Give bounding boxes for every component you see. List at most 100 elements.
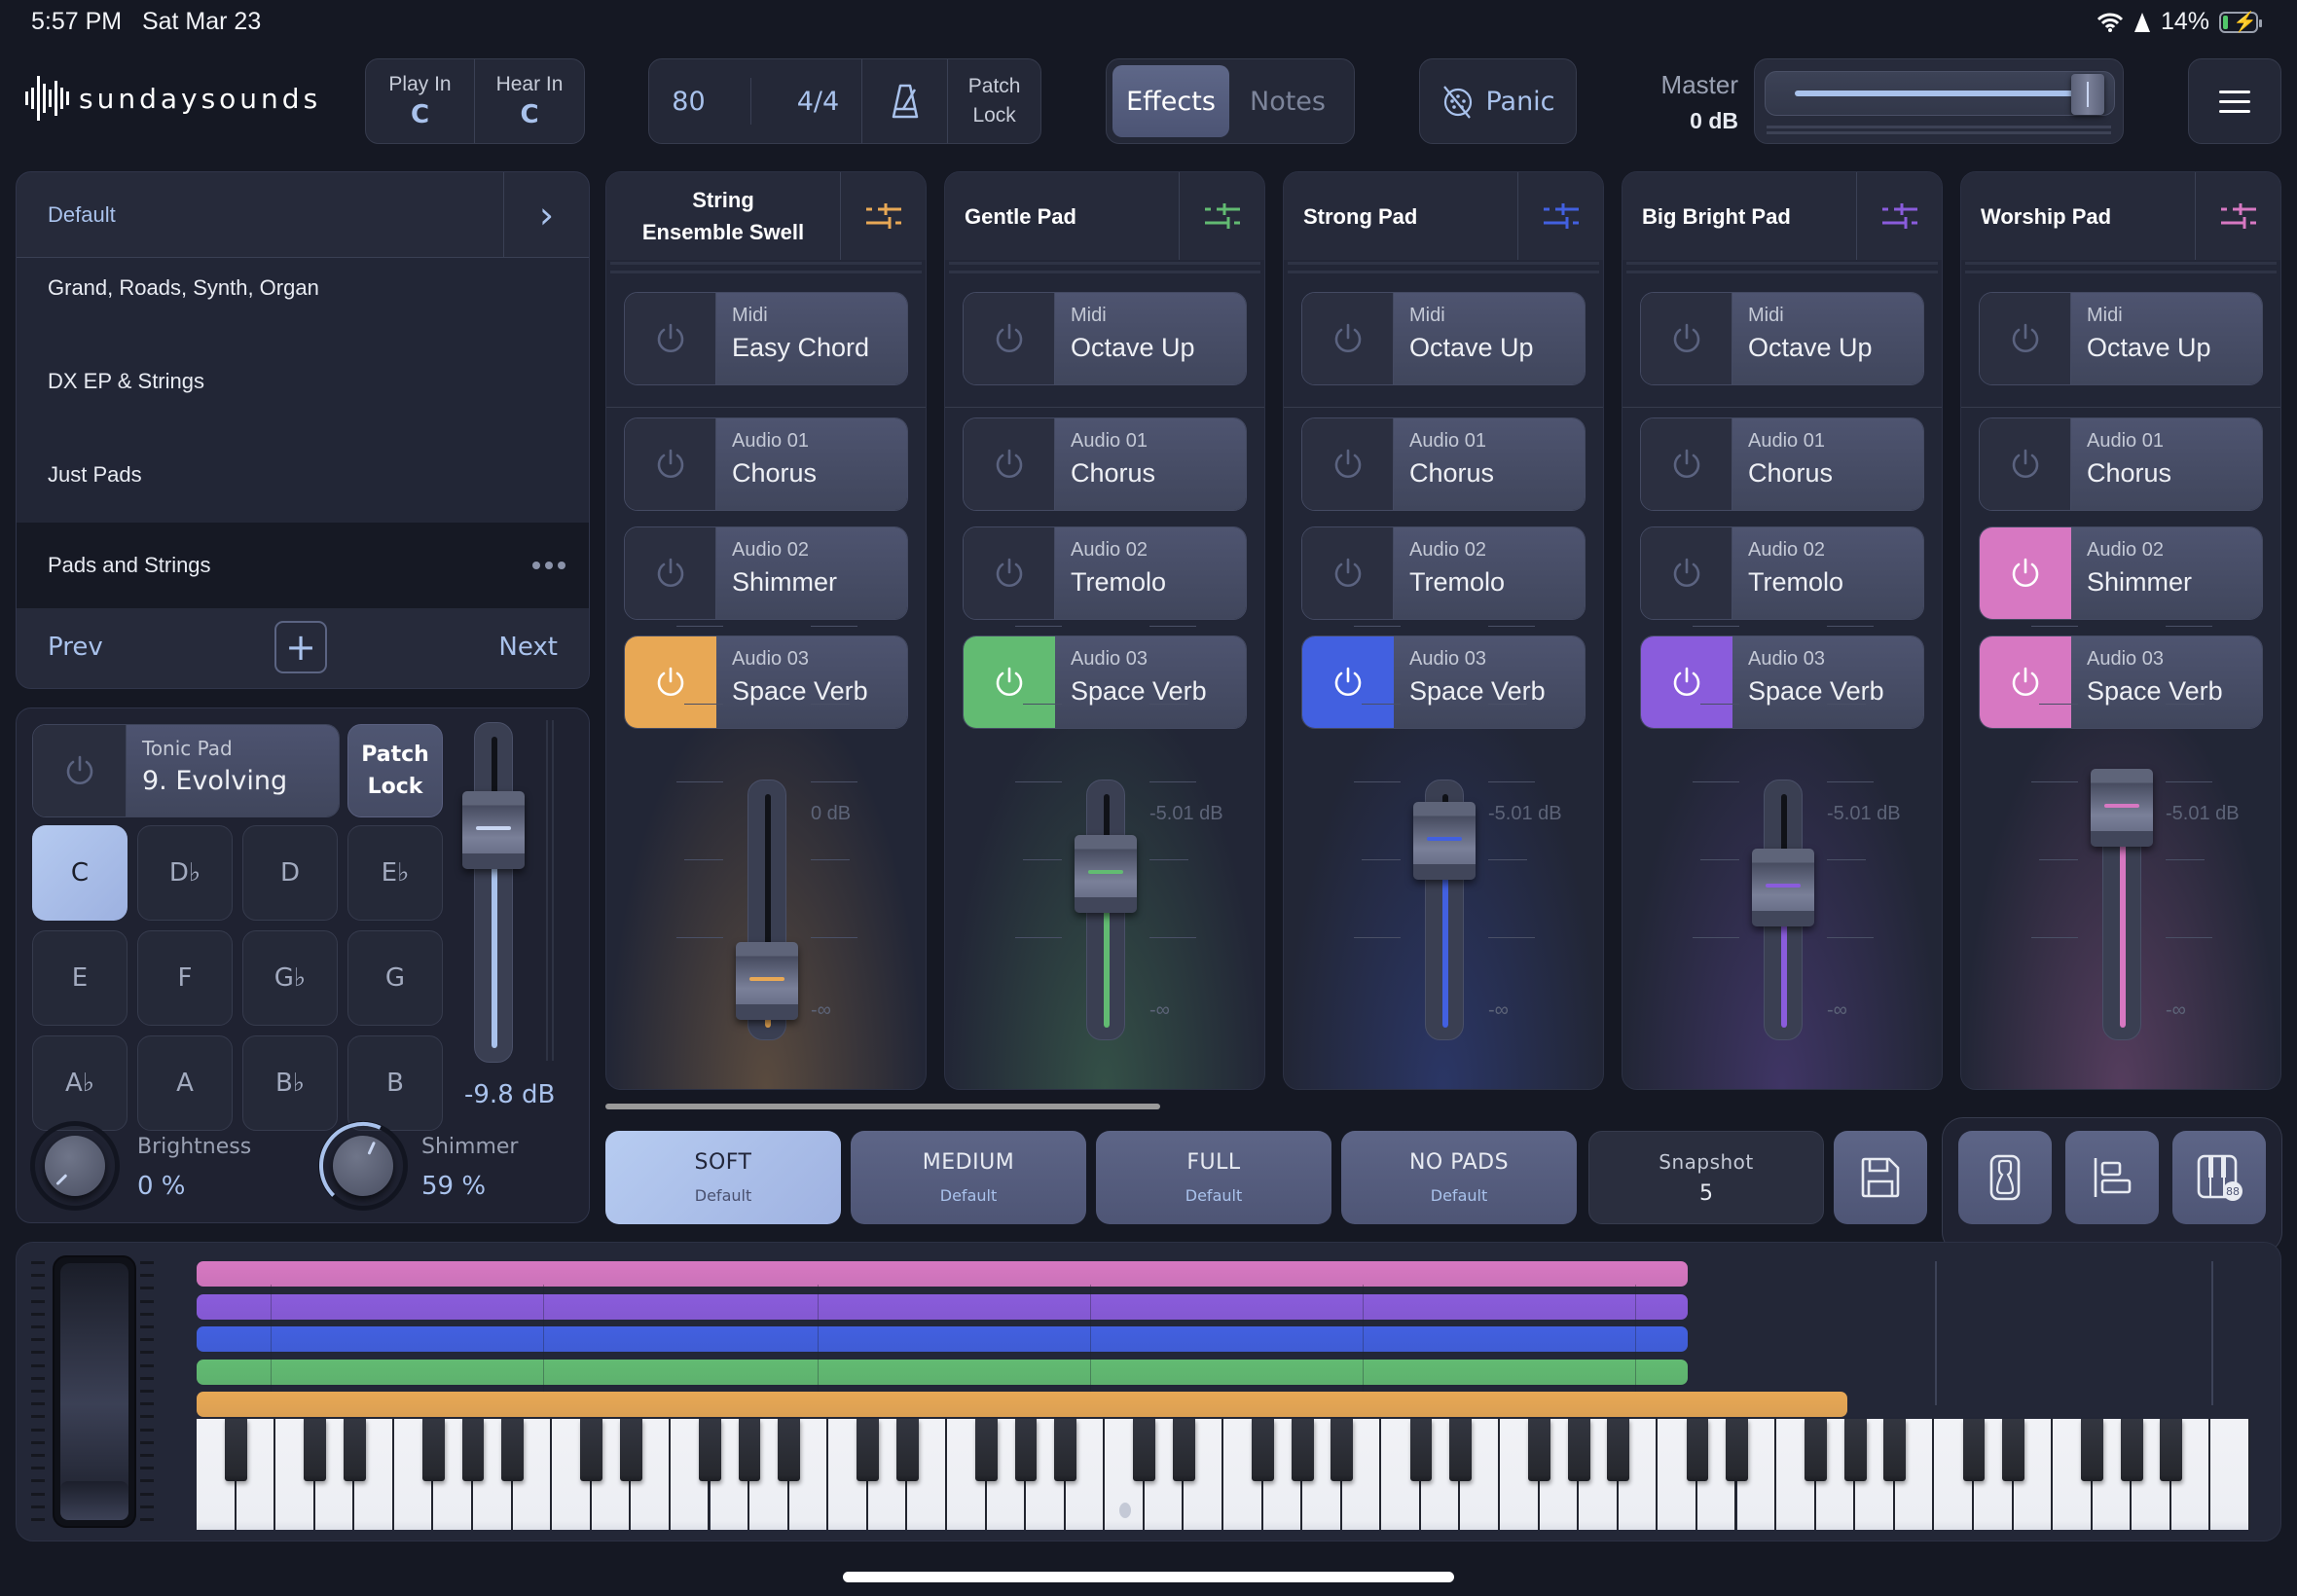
effect-slot[interactable]: Audio 02 Shimmer: [624, 526, 908, 620]
black-key[interactable]: [1567, 1419, 1590, 1481]
effect-slot[interactable]: Audio 01 Chorus: [1640, 417, 1924, 511]
master-handle[interactable]: [2071, 74, 2104, 115]
snapshot-button[interactable]: FULL Default: [1096, 1131, 1331, 1224]
note-range-bar[interactable]: [197, 1392, 1848, 1417]
black-key[interactable]: [1409, 1419, 1433, 1481]
effect-info[interactable]: Audio 01 Chorus: [716, 418, 907, 510]
fader-handle[interactable]: [1413, 802, 1476, 880]
channel-name[interactable]: Big Bright Pad: [1622, 172, 1856, 260]
black-key[interactable]: [1014, 1419, 1038, 1481]
effect-info[interactable]: Audio 03 Space Verb: [1394, 636, 1585, 728]
effect-power-button[interactable]: [964, 636, 1055, 728]
black-key[interactable]: [1252, 1419, 1274, 1481]
black-key[interactable]: [699, 1419, 721, 1481]
effect-info[interactable]: Midi Octave Up: [2071, 293, 2262, 384]
fader-track[interactable]: [1413, 780, 1476, 1040]
key-button[interactable]: B♭: [242, 1035, 338, 1131]
master-slider[interactable]: [1754, 58, 2124, 144]
effect-info[interactable]: Audio 01 Chorus: [1055, 418, 1246, 510]
effect-info[interactable]: Midi Octave Up: [1394, 293, 1585, 384]
note-range-bar[interactable]: [197, 1359, 1688, 1385]
black-key[interactable]: [1449, 1419, 1472, 1481]
key-button[interactable]: A: [137, 1035, 233, 1131]
effect-power-button[interactable]: [1980, 636, 2071, 728]
fader-handle[interactable]: [736, 942, 798, 1020]
key-button[interactable]: G♭: [242, 930, 338, 1026]
preset-item[interactable]: DX EP & Strings: [17, 351, 589, 445]
snapshot-button[interactable]: NO PADS Default: [1341, 1131, 1577, 1224]
effect-info[interactable]: Midi Octave Up: [1055, 293, 1246, 384]
tonic-patch-lock-button[interactable]: Patch Lock: [347, 724, 443, 817]
black-key[interactable]: [304, 1419, 327, 1481]
channel-settings-button[interactable]: [1517, 172, 1603, 260]
black-key[interactable]: [2081, 1419, 2104, 1481]
piano-size-button[interactable]: 88: [2172, 1131, 2266, 1224]
black-key[interactable]: [1528, 1419, 1550, 1481]
panic-button[interactable]: Panic: [1419, 58, 1577, 144]
key-button[interactable]: G: [347, 930, 443, 1026]
effect-power-button[interactable]: [1980, 527, 2071, 619]
key-button[interactable]: D♭: [137, 825, 233, 921]
prev-button[interactable]: Prev: [48, 633, 103, 662]
channel-settings-button[interactable]: [1179, 172, 1264, 260]
home-indicator[interactable]: [843, 1572, 1454, 1582]
effect-slot[interactable]: Audio 01 Chorus: [1301, 417, 1586, 511]
patch-lock-toggle[interactable]: Patch Lock: [948, 59, 1040, 143]
black-key[interactable]: [1726, 1419, 1748, 1481]
more-options-icon[interactable]: [532, 562, 565, 569]
preset-item[interactable]: Grand, Roads, Synth, Organ: [17, 258, 589, 351]
effect-info[interactable]: Audio 03 Space Verb: [1732, 636, 1923, 728]
tonic-pad-info[interactable]: Tonic Pad 9. Evolving: [127, 725, 339, 816]
effect-power-button[interactable]: [1641, 636, 1732, 728]
layout-button[interactable]: [2065, 1131, 2159, 1224]
channel-name[interactable]: Worship Pad: [1961, 172, 2195, 260]
effect-slot[interactable]: Audio 01 Chorus: [963, 417, 1247, 511]
snapshot-button[interactable]: MEDIUM Default: [851, 1131, 1086, 1224]
master-track[interactable]: [1765, 71, 2115, 116]
time-signature[interactable]: 4/4: [797, 87, 839, 117]
effect-power-button[interactable]: [964, 527, 1055, 619]
effect-info[interactable]: Audio 02 Tremolo: [1732, 527, 1923, 619]
effect-info[interactable]: Audio 02 Shimmer: [716, 527, 907, 619]
effect-power-button[interactable]: [625, 293, 716, 384]
channel-name[interactable]: String Ensemble Swell: [606, 172, 840, 260]
effect-info[interactable]: Midi Easy Chord: [716, 293, 907, 384]
black-key[interactable]: [1805, 1419, 1827, 1481]
tonic-pad-selector[interactable]: Tonic Pad 9. Evolving: [32, 724, 340, 817]
key-button[interactable]: B: [347, 1035, 443, 1131]
fader-track[interactable]: [2091, 769, 2153, 1040]
black-key[interactable]: [896, 1419, 919, 1481]
key-button[interactable]: E♭: [347, 825, 443, 921]
black-key[interactable]: [619, 1419, 642, 1481]
effect-power-button[interactable]: [964, 293, 1055, 384]
tonic-volume-track[interactable]: [462, 722, 525, 1063]
black-key[interactable]: [1686, 1419, 1709, 1481]
effect-power-button[interactable]: [964, 418, 1055, 510]
black-key[interactable]: [1962, 1419, 1986, 1481]
add-preset-button[interactable]: +: [274, 620, 328, 673]
effect-power-button[interactable]: [625, 418, 716, 510]
effect-power-button[interactable]: [1641, 418, 1732, 510]
effect-info[interactable]: Audio 01 Chorus: [1394, 418, 1585, 510]
effect-power-button[interactable]: [1641, 527, 1732, 619]
effect-info[interactable]: Audio 01 Chorus: [1732, 418, 1923, 510]
mod-wheel[interactable]: [53, 1255, 136, 1528]
channels-scrollbar[interactable]: [605, 1104, 1160, 1109]
effect-slot[interactable]: Audio 03 Space Verb: [1301, 635, 1586, 729]
hear-in-button[interactable]: Hear In C: [475, 59, 584, 143]
effect-slot[interactable]: Midi Octave Up: [1640, 292, 1924, 385]
black-key[interactable]: [975, 1419, 998, 1481]
key-button[interactable]: F: [137, 930, 233, 1026]
effect-power-button[interactable]: [1641, 293, 1732, 384]
preset-item-selected[interactable]: Pads and Strings: [17, 523, 589, 608]
snapshot-button[interactable]: SOFT Default: [605, 1131, 841, 1224]
key-button[interactable]: D: [242, 825, 338, 921]
fader-track[interactable]: [736, 780, 798, 1040]
black-key[interactable]: [2002, 1419, 2024, 1481]
black-key[interactable]: [778, 1419, 800, 1481]
sustain-pedal-button[interactable]: [1958, 1131, 2052, 1224]
tonic-power-button[interactable]: [33, 725, 127, 816]
white-key[interactable]: [2210, 1419, 2250, 1530]
metronome-button[interactable]: [862, 59, 949, 143]
effect-slot[interactable]: Audio 03 Space Verb: [1979, 635, 2263, 729]
